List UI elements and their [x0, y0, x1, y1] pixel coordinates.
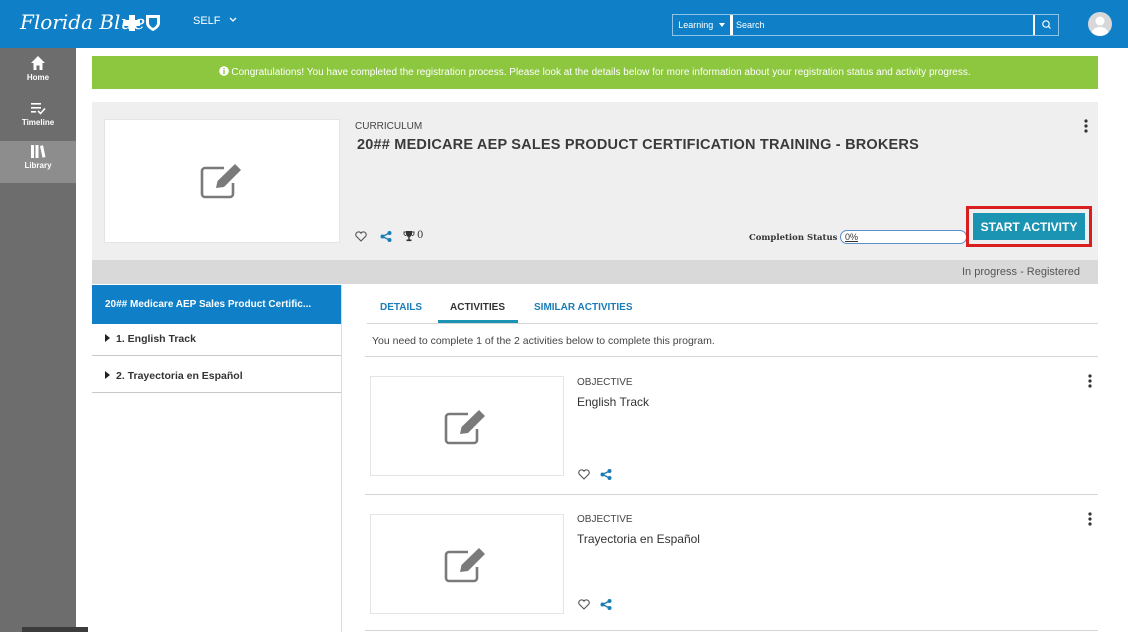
curriculum-header: CURRICULUM 20## MEDICARE AEP SALES PRODU… [92, 102, 1098, 260]
edit-placeholder-icon [444, 548, 485, 583]
self-label: SELF [193, 15, 221, 27]
trophy-icon [403, 231, 415, 242]
sidebar-item-label: 1. English Track [116, 333, 196, 345]
more-options-icon[interactable] [1088, 512, 1092, 526]
home-icon [31, 56, 45, 70]
nav-item-timeline[interactable]: Timeline [0, 98, 76, 138]
activities-intro: You need to complete 1 of the 2 activiti… [372, 335, 715, 347]
registration-status-bar: In progress - Registered [92, 260, 1098, 284]
user-icon [1091, 16, 1109, 36]
activity-type: OBJECTIVE [577, 514, 633, 525]
success-banner: Congratulations! You have completed the … [92, 56, 1098, 89]
curriculum-title: 20## MEDICARE AEP SALES PRODUCT CERTIFIC… [357, 137, 919, 153]
more-options-icon[interactable] [1084, 119, 1088, 133]
learning-dropdown[interactable]: Learning [673, 15, 730, 35]
trophy-count: 0 [417, 230, 424, 241]
start-activity-highlight: START ACTIVITY [966, 206, 1092, 247]
progress-percent: 0% [845, 232, 859, 242]
search-button[interactable] [1034, 15, 1058, 35]
completion-status-label: Completion Status [749, 233, 838, 243]
tab-details[interactable]: DETAILS [380, 302, 422, 313]
heart-icon[interactable] [578, 599, 590, 610]
top-header: Florida Blue SELF Learning [0, 0, 1128, 48]
heart-icon[interactable] [355, 231, 367, 242]
completion-progress-bar: 0% [840, 230, 967, 244]
start-activity-button[interactable]: START ACTIVITY [973, 213, 1085, 240]
nav-item-home[interactable]: Home [0, 53, 76, 93]
tab-similar-activities[interactable]: SIMILAR ACTIVITIES [534, 302, 633, 313]
nav-label-timeline: Timeline [21, 118, 55, 127]
heart-icon[interactable] [578, 469, 590, 480]
registration-status: In progress - Registered [962, 266, 1080, 278]
left-navigation: Home Timeline Library [0, 48, 76, 632]
sidebar-item-trayectoria[interactable]: 2. Trayectoria en Español [92, 361, 341, 393]
caret-down-icon [718, 23, 725, 27]
more-options-icon[interactable] [1088, 374, 1092, 388]
info-icon [219, 66, 230, 76]
nav-label-library: Library [24, 161, 52, 170]
learning-label: Learning [678, 20, 714, 30]
activity-thumbnail[interactable] [370, 514, 564, 614]
scrollbar-thumb[interactable] [22, 627, 88, 632]
content-divider [341, 285, 342, 632]
expand-caret-icon [105, 334, 110, 342]
edit-placeholder-icon [444, 410, 485, 445]
sidebar-item-english-track[interactable]: 1. English Track [92, 324, 341, 356]
sidebar-item-label: 2. Trayectoria en Español [116, 370, 243, 382]
divider [365, 630, 1098, 631]
activity-type: OBJECTIVE [577, 377, 633, 388]
expand-caret-icon [105, 371, 110, 379]
edit-placeholder-icon [200, 164, 241, 199]
banner-text: Congratulations! You have completed the … [231, 67, 971, 78]
timeline-icon [31, 103, 46, 115]
share-icon[interactable] [600, 469, 612, 480]
curriculum-type-label: CURRICULUM [355, 121, 423, 132]
active-tab-indicator [438, 320, 518, 323]
share-icon[interactable] [600, 599, 612, 610]
divider [365, 494, 1098, 495]
search-bar: Learning [672, 14, 1059, 36]
share-icon[interactable] [380, 231, 392, 242]
activity-thumbnail[interactable] [370, 376, 564, 476]
nav-label-home: Home [26, 73, 50, 82]
sidebar-item-curriculum[interactable]: 20## Medicare AEP Sales Product Certific… [92, 285, 341, 324]
activity-title[interactable]: English Track [577, 395, 649, 409]
cross-shield-logo-icon [124, 15, 160, 31]
tabs-divider [367, 323, 1098, 324]
search-icon [1042, 20, 1051, 29]
library-icon [31, 145, 46, 158]
nav-item-library[interactable]: Library [0, 141, 76, 183]
curriculum-thumbnail [104, 119, 340, 243]
divider [365, 356, 1098, 357]
user-avatar[interactable] [1088, 12, 1112, 36]
chevron-down-icon [229, 17, 237, 22]
tab-activities[interactable]: ACTIVITIES [450, 302, 505, 313]
search-input[interactable] [733, 15, 1033, 35]
activity-title[interactable]: Trayectoria en Español [577, 532, 700, 546]
self-dropdown[interactable]: SELF [193, 15, 237, 27]
